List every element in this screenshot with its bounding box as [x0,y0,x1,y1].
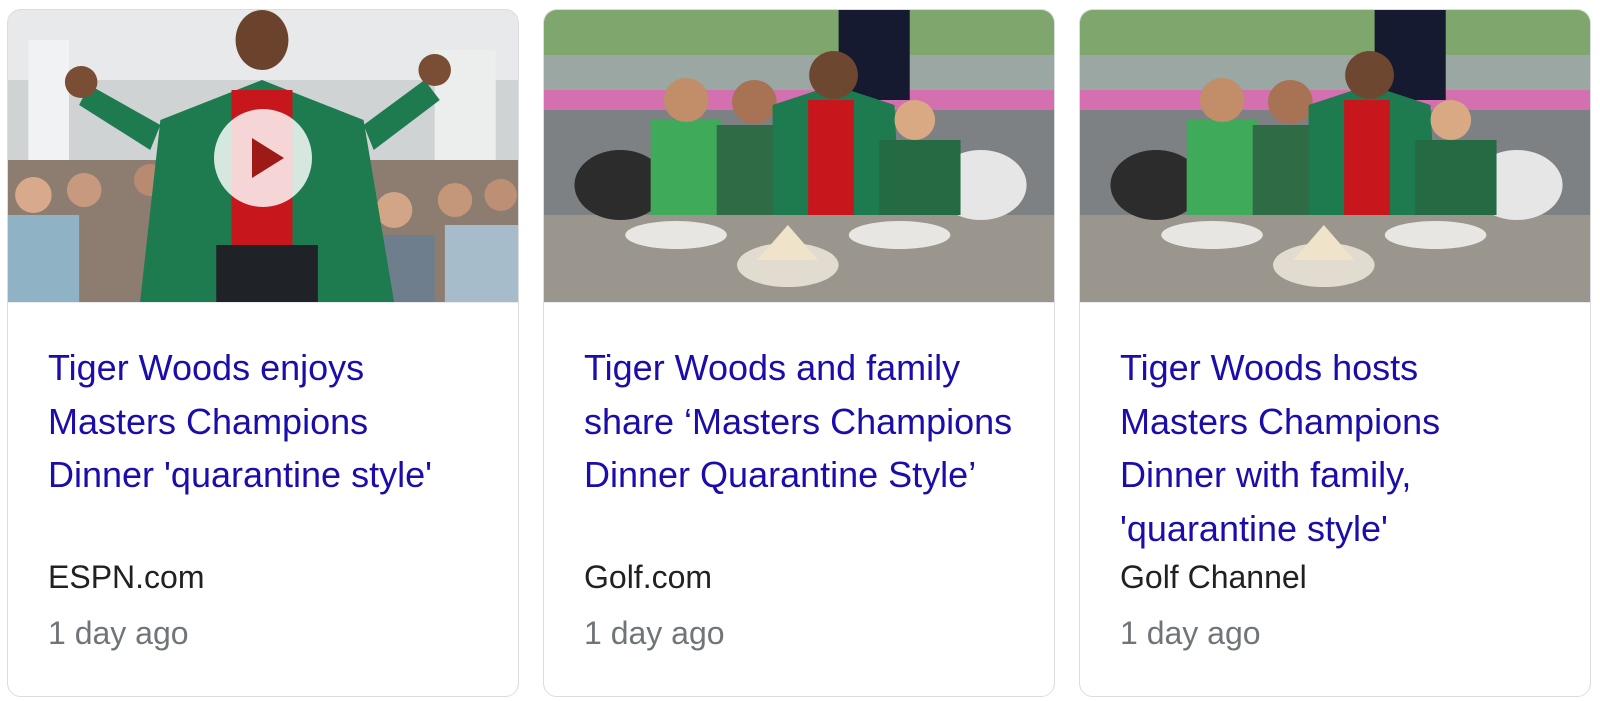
news-thumbnail[interactable] [8,10,518,303]
thumbnail-image [1080,10,1590,302]
news-card[interactable]: Tiger Woods enjoys Masters Champions Din… [7,9,519,697]
news-thumbnail[interactable] [544,10,1054,303]
news-title-link[interactable]: Tiger Woods hosts Masters Champions Dinn… [1120,341,1550,557]
news-card[interactable]: Tiger Woods and family share ‘Masters Ch… [543,9,1055,697]
play-button[interactable] [214,109,312,207]
play-icon [252,138,284,178]
news-title-link[interactable]: Tiger Woods enjoys Masters Champions Din… [48,341,478,557]
top-stories-carousel: Tiger Woods enjoys Masters Champions Din… [0,0,1600,701]
news-title-link[interactable]: Tiger Woods and family share ‘Masters Ch… [584,341,1014,557]
news-source: Golf Channel [1120,559,1307,595]
news-thumbnail[interactable] [1080,10,1590,303]
news-source: Golf.com [584,559,713,595]
thumbnail-image [544,10,1054,302]
news-timestamp: 1 day ago [1120,615,1261,651]
news-card[interactable]: Tiger Woods hosts Masters Champions Dinn… [1079,9,1591,697]
news-timestamp: 1 day ago [584,615,725,651]
news-source: ESPN.com [48,559,205,595]
news-timestamp: 1 day ago [48,615,189,651]
